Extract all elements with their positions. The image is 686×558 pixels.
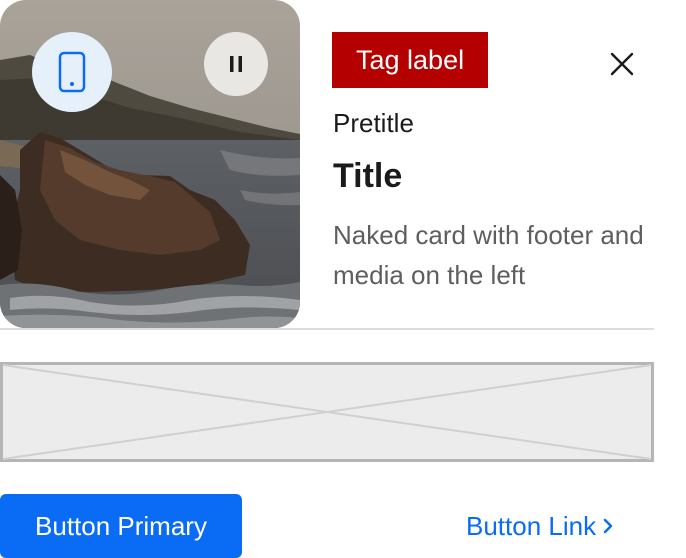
chevron-right-icon — [602, 517, 614, 535]
pause-button[interactable] — [204, 32, 268, 96]
pause-icon — [230, 56, 242, 72]
card-pretitle: Pretitle — [333, 108, 414, 138]
tag-label: Tag label — [332, 32, 489, 88]
card-description: Naked card with footer and media on the … — [333, 220, 644, 290]
primary-button[interactable]: Button Primary — [0, 494, 242, 558]
close-button[interactable] — [604, 46, 640, 82]
link-button-label: Button Link — [466, 510, 597, 541]
card-media — [0, 0, 300, 328]
content-placeholder — [0, 362, 654, 462]
mobile-phone-icon — [58, 51, 86, 93]
link-button[interactable]: Button Link — [466, 504, 614, 548]
close-icon — [610, 52, 634, 76]
device-toggle-button[interactable] — [32, 32, 112, 112]
divider — [0, 328, 654, 330]
card-title: Title — [333, 157, 403, 195]
